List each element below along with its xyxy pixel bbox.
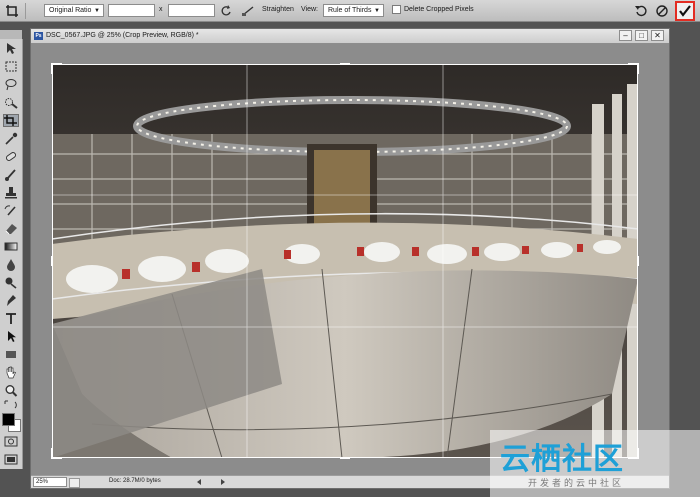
watermark-subtitle: 开发者的云中社区 xyxy=(528,479,625,489)
close-button[interactable]: ✕ xyxy=(651,30,664,41)
rectangle-tool-icon[interactable] xyxy=(3,348,19,361)
straighten-icon[interactable] xyxy=(241,4,255,18)
ratio-select[interactable]: Original Ratio ▼ xyxy=(44,4,104,17)
healing-brush-tool-icon[interactable] xyxy=(3,150,19,163)
pen-tool-icon[interactable] xyxy=(3,294,19,307)
dimension-separator: x xyxy=(159,6,163,13)
tools-panel-grip[interactable] xyxy=(0,30,22,39)
straighten-button[interactable]: Straighten xyxy=(262,6,294,13)
status-scroll-arrows[interactable] xyxy=(196,478,226,486)
minimize-button[interactable]: – xyxy=(619,30,632,41)
commit-icon xyxy=(679,5,691,17)
eyedropper-tool-icon[interactable] xyxy=(3,132,19,145)
history-brush-tool-icon[interactable] xyxy=(3,204,19,217)
crop-tool-icon[interactable] xyxy=(3,114,19,127)
quick-mask-icon[interactable] xyxy=(3,435,19,448)
move-tool-icon[interactable] xyxy=(3,42,19,55)
lasso-tool-icon[interactable] xyxy=(3,78,19,91)
reset-icon[interactable] xyxy=(634,4,648,18)
document-title: DSC_0567.JPG @ 25% (Crop Preview, RGB/8)… xyxy=(46,32,199,39)
view-overlay-select[interactable]: Rule of Thirds ▼ xyxy=(323,4,384,17)
document-tab[interactable]: Ps DSC_0567.JPG @ 25% (Crop Preview, RGB… xyxy=(31,29,669,44)
chevron-down-icon: ▼ xyxy=(374,8,380,14)
zoom-tool-icon[interactable] xyxy=(3,384,19,397)
delete-cropped-label: Delete Cropped Pixels xyxy=(404,6,474,13)
swap-colors-icon[interactable] xyxy=(3,399,19,412)
swap-dimensions-icon[interactable] xyxy=(219,4,233,18)
foreground-color-swatch[interactable] xyxy=(2,413,15,426)
view-overlay-value: Rule of Thirds xyxy=(328,7,372,14)
tools-panel xyxy=(0,30,23,469)
crop-handles[interactable] xyxy=(31,44,669,476)
cancel-icon[interactable] xyxy=(655,4,669,18)
commit-button[interactable] xyxy=(675,1,695,21)
crop-height-input[interactable] xyxy=(168,4,215,17)
gradient-tool-icon[interactable] xyxy=(3,240,19,253)
watermark-logo: 云栖社区 xyxy=(500,442,624,477)
crop-canvas[interactable] xyxy=(31,44,669,476)
zoom-level-field[interactable]: 25% xyxy=(33,477,67,487)
quick-selection-tool-icon[interactable] xyxy=(3,96,19,109)
crop-tool-preset-icon[interactable] xyxy=(5,4,19,18)
screen-mode-icon[interactable] xyxy=(3,453,19,466)
document-window: Ps DSC_0567.JPG @ 25% (Crop Preview, RGB… xyxy=(30,28,670,489)
ratio-select-value: Original Ratio xyxy=(49,7,92,14)
options-bar: Original Ratio ▼ x Straighten View: Rule… xyxy=(0,0,700,22)
dodge-tool-icon[interactable] xyxy=(3,276,19,289)
brush-tool-icon[interactable] xyxy=(3,168,19,181)
delete-cropped-checkbox[interactable] xyxy=(392,5,401,14)
document-size-info: Doc: 28.7M/0 bytes xyxy=(109,478,161,484)
hand-tool-icon[interactable] xyxy=(3,366,19,379)
options-divider xyxy=(25,3,26,19)
chevron-down-icon: ▼ xyxy=(94,8,100,14)
path-selection-tool-icon[interactable] xyxy=(3,330,19,343)
status-menu-icon[interactable] xyxy=(69,478,80,488)
crop-width-input[interactable] xyxy=(108,4,155,17)
watermark: 云栖社区 开发者的云中社区 xyxy=(490,430,700,497)
eraser-tool-icon[interactable] xyxy=(3,222,19,235)
maximize-button[interactable]: □ xyxy=(635,30,648,41)
view-label: View: xyxy=(301,6,318,13)
type-tool-icon[interactable] xyxy=(3,312,19,325)
marquee-tool-icon[interactable] xyxy=(3,60,19,73)
photoshop-icon: Ps xyxy=(34,32,43,40)
blur-tool-icon[interactable] xyxy=(3,258,19,271)
clone-stamp-tool-icon[interactable] xyxy=(3,186,19,199)
